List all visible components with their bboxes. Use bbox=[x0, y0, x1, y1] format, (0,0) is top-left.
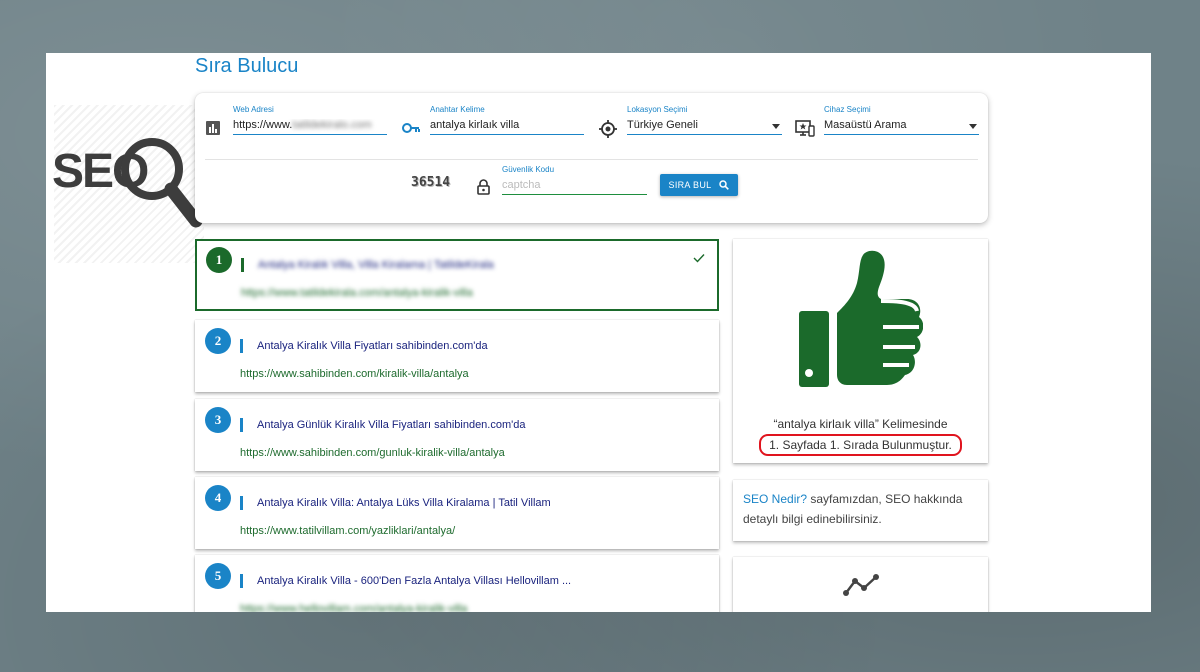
rank-badge: 4 bbox=[205, 485, 231, 511]
rank-badge: 2 bbox=[205, 328, 231, 354]
keyword-label: Anahtar Kelime bbox=[430, 105, 485, 114]
result-item-5[interactable]: 5 Antalya Kiralık Villa - 600'Den Fazla … bbox=[195, 555, 719, 612]
thumbs-up-icon bbox=[799, 250, 923, 387]
key-icon bbox=[402, 123, 420, 133]
result-accent-bar bbox=[240, 574, 243, 588]
rank-badge: 1 bbox=[206, 247, 232, 273]
result-title[interactable]: Antalya Kiralık Villa, Villa Kiralama | … bbox=[258, 259, 494, 271]
rank-badge: 3 bbox=[205, 407, 231, 433]
result-accent-bar bbox=[240, 496, 243, 510]
search-button[interactable]: SIRA BUL bbox=[660, 174, 738, 196]
seo-nedir-link[interactable]: SEO Nedir? bbox=[743, 492, 807, 506]
result-title[interactable]: Antalya Günlük Kiralık Villa Fiyatları s… bbox=[257, 419, 525, 431]
location-label: Lokasyon Seçimi bbox=[627, 105, 688, 114]
captcha-placeholder: captcha bbox=[502, 179, 541, 191]
location-value-text: Türkiye Geneli bbox=[627, 119, 698, 131]
search-form-card: Web Adresi https://www.tatildekiralo.com… bbox=[195, 93, 988, 223]
result-item-4[interactable]: 4 Antalya Kiralık Villa: Antalya Lüks Vi… bbox=[195, 477, 719, 549]
app-frame: SEO Sıra Bulucu Web Adresi https://www.t… bbox=[46, 53, 1151, 612]
result-title[interactable]: Antalya Kiralık Villa: Antalya Lüks Vill… bbox=[257, 497, 551, 509]
result-title[interactable]: Antalya Kiralık Villa Fiyatları sahibind… bbox=[257, 340, 488, 352]
web-address-label: Web Adresi bbox=[233, 105, 274, 114]
page-title: Sıra Bulucu bbox=[195, 55, 299, 77]
result-item-1[interactable]: 1 Antalya Kiralık Villa, Villa Kiralama … bbox=[195, 239, 719, 311]
result-accent-bar bbox=[241, 258, 244, 272]
rank-result-message: “antalya kirlaık villa” Kelimesinde 1. S… bbox=[733, 415, 988, 456]
seo-info-card: SEO Nedir? sayfamızdan, SEO hakkında det… bbox=[733, 480, 988, 541]
result-item-3[interactable]: 3 Antalya Günlük Kiralık Villa Fiyatları… bbox=[195, 399, 719, 471]
device-value-text: Masaüstü Arama bbox=[824, 119, 907, 131]
captcha-input[interactable]: captcha bbox=[502, 179, 647, 195]
device-label: Cihaz Seçimi bbox=[824, 105, 871, 114]
search-button-label: SIRA BUL bbox=[668, 180, 712, 190]
form-divider bbox=[205, 159, 978, 160]
rank-result-card: “antalya kirlaık villa” Kelimesinde 1. S… bbox=[733, 239, 988, 463]
captcha-image: 36514 bbox=[411, 175, 451, 190]
web-address-domain: tatildekiralo.com bbox=[292, 119, 372, 131]
trend-card bbox=[733, 557, 988, 612]
rank-result-highlight: 1. Sayfada 1. Sırada Bulunmuştur. bbox=[759, 434, 962, 456]
rank-result-line1: “antalya kirlaık villa” Kelimesinde bbox=[773, 417, 948, 431]
bar-chart-icon bbox=[206, 121, 220, 135]
trending-icon bbox=[843, 574, 879, 596]
result-accent-bar bbox=[240, 418, 243, 432]
seo-info-text: SEO Nedir? sayfamızdan, SEO hakkında det… bbox=[733, 480, 988, 538]
result-url[interactable]: https://www.tatilvillam.com/yazliklari/a… bbox=[240, 525, 455, 537]
lock-icon bbox=[477, 179, 490, 195]
result-item-2[interactable]: 2 Antalya Kiralık Villa Fiyatları sahibi… bbox=[195, 320, 719, 392]
result-url[interactable]: https://www.hellovillam.com/antalya-kira… bbox=[240, 603, 467, 612]
chevron-down-icon[interactable] bbox=[772, 124, 780, 129]
location-target-icon bbox=[599, 120, 617, 138]
device-value[interactable]: Masaüstü Arama bbox=[824, 119, 979, 135]
desktop-device-icon bbox=[795, 120, 815, 137]
check-icon bbox=[693, 254, 705, 263]
result-accent-bar bbox=[240, 339, 243, 353]
web-address-prefix: https://www. bbox=[233, 119, 293, 131]
search-icon bbox=[719, 180, 730, 190]
chevron-down-icon[interactable] bbox=[969, 124, 977, 129]
keyword-input[interactable]: antalya kirlaık villa bbox=[430, 119, 584, 135]
result-url[interactable]: https://www.sahibinden.com/kiralik-villa… bbox=[240, 368, 469, 380]
web-address-input[interactable]: https://www.tatildekiralo.com bbox=[233, 119, 387, 135]
result-url[interactable]: https://www.tatildekirala.com/antalya-ki… bbox=[241, 287, 473, 299]
result-title[interactable]: Antalya Kiralık Villa - 600'Den Fazla An… bbox=[257, 575, 571, 587]
seo-logo: SEO bbox=[52, 138, 203, 228]
rank-badge: 5 bbox=[205, 563, 231, 589]
result-url[interactable]: https://www.sahibinden.com/gunluk-kirali… bbox=[240, 447, 505, 459]
captcha-label: Güvenlik Kodu bbox=[502, 165, 555, 174]
location-value[interactable]: Türkiye Geneli bbox=[627, 119, 782, 135]
